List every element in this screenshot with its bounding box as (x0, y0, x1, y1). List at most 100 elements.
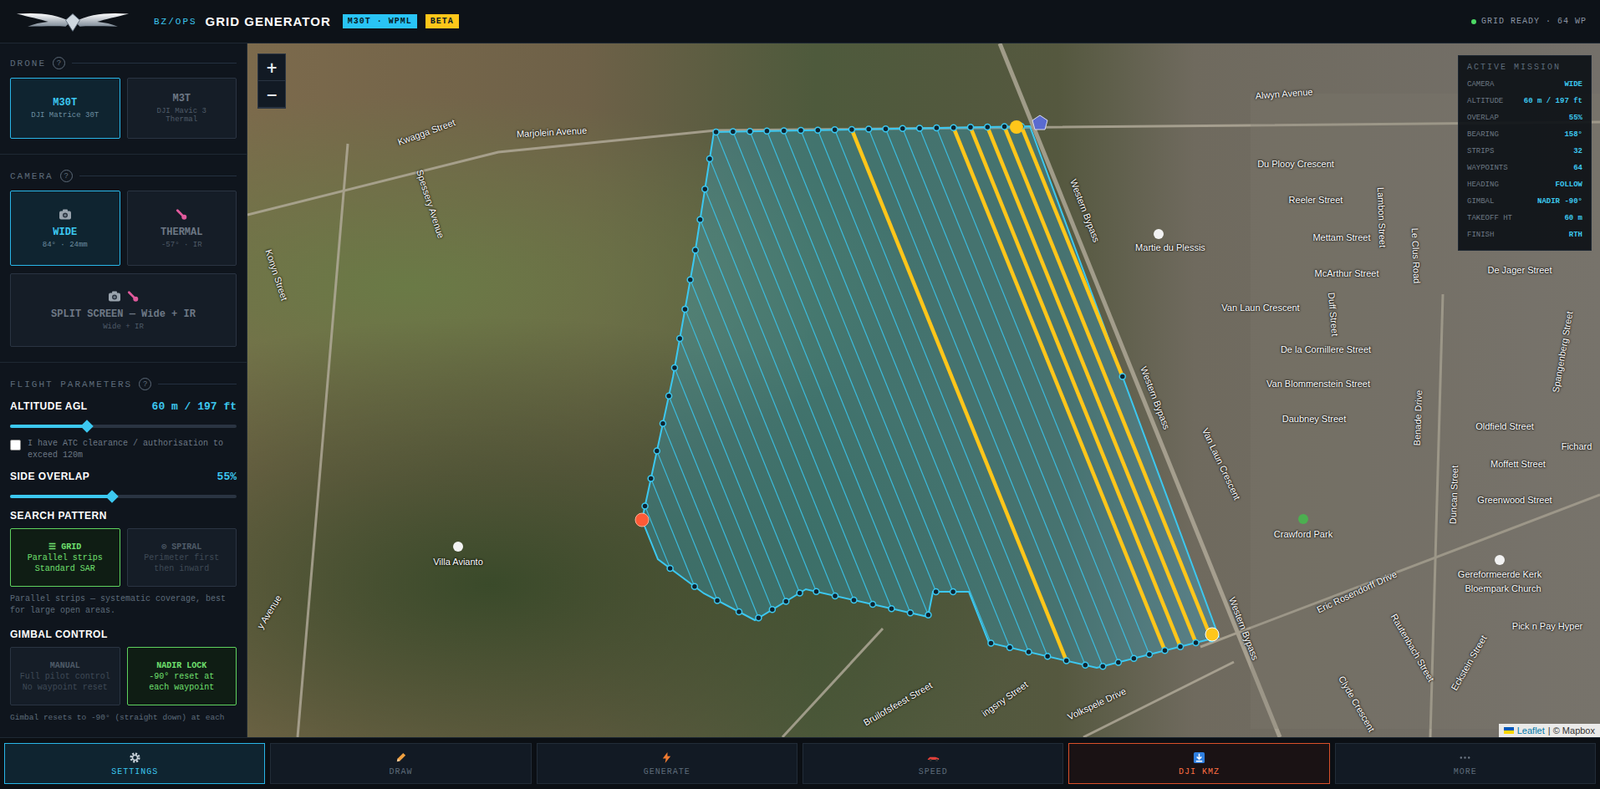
waypoint-icon[interactable] (850, 596, 857, 603)
waypoint-icon[interactable] (1063, 657, 1070, 664)
waypoint-icon[interactable] (1082, 662, 1089, 668)
waypoint-icon[interactable] (1044, 653, 1051, 660)
waypoint-icon[interactable] (729, 128, 736, 135)
waypoint-icon[interactable] (714, 597, 721, 604)
waypoint-icon[interactable] (666, 392, 673, 399)
takeoff-marker-icon[interactable] (635, 513, 649, 527)
gimbal-option[interactable]: MANUALFull pilot controlNo waypoint rese… (10, 647, 121, 706)
camera-option[interactable]: SPLIT SCREEN — Wide + IRWide + IR (10, 273, 237, 347)
waypoint-icon[interactable] (1131, 655, 1137, 662)
toolbar-button[interactable]: SETTINGS (4, 743, 265, 785)
slider-thumb[interactable] (80, 419, 94, 434)
toolbar-button[interactable]: DJI KMZ (1068, 743, 1330, 785)
waypoint-icon[interactable] (950, 124, 957, 131)
overlap-slider[interactable] (10, 494, 237, 499)
waypoint-icon[interactable] (642, 503, 648, 510)
map-view[interactable]: Kwagga StreetMarjolein AvenueSpessery Av… (247, 43, 1600, 738)
waypoint-icon[interactable] (831, 127, 838, 133)
waypoint-icon[interactable] (933, 125, 940, 132)
camera-option[interactable]: THERMAL-57° · IR (127, 190, 238, 266)
zoom-control: +− (257, 53, 286, 109)
waypoint-icon[interactable] (848, 126, 855, 133)
waypoint-icon[interactable] (1100, 663, 1106, 670)
leaflet-link[interactable]: Leaflet (1517, 725, 1545, 736)
waypoint-icon[interactable] (755, 615, 762, 622)
drone-option[interactable]: M30TDJI Matrice 30T (10, 77, 121, 139)
help-button[interactable]: ? (60, 169, 73, 183)
waypoint-icon[interactable] (798, 127, 805, 134)
waypoint-icon[interactable] (815, 127, 821, 133)
waypoint-icon[interactable] (1161, 647, 1168, 654)
waypoint-icon[interactable] (907, 610, 913, 617)
zoom-button[interactable]: − (258, 81, 286, 108)
waypoint-icon[interactable] (950, 589, 957, 596)
settings-sidebar: DRONE?M30TDJI Matrice 30TM3TDJI Mavic 3 … (0, 43, 248, 738)
waypoint-icon[interactable] (647, 475, 654, 482)
waypoint-icon[interactable] (984, 123, 991, 130)
waypoint-icon[interactable] (706, 155, 713, 162)
waypoint-icon[interactable] (882, 126, 889, 133)
waypoint-icon[interactable] (691, 583, 698, 590)
toolbar-button[interactable]: GENERATE (536, 743, 798, 785)
waypoint-icon[interactable] (1007, 644, 1014, 651)
waypoint-icon[interactable] (769, 606, 775, 613)
waypoint-icon[interactable] (888, 606, 895, 612)
waypoint-icon[interactable] (713, 128, 719, 135)
waypoint-icon[interactable] (866, 126, 872, 133)
altitude-slider[interactable] (10, 424, 237, 429)
waypoint-icon[interactable] (988, 640, 994, 647)
camera-option[interactable]: WIDE84° · 24mm (10, 190, 121, 266)
active-mission-panel: ACTIVE MISSIONCAMERAWIDEALTITUDE60 m / 1… (1457, 55, 1592, 251)
slider-thumb[interactable] (105, 489, 119, 504)
map-canvas[interactable] (247, 43, 1600, 738)
waypoint-icon[interactable] (687, 276, 693, 283)
waypoint-icon[interactable] (831, 592, 838, 599)
waypoint-icon[interactable] (813, 588, 820, 595)
waypoint-icon[interactable] (697, 216, 704, 223)
waypoint-icon[interactable] (692, 247, 699, 254)
waypoint-icon[interactable] (1025, 649, 1032, 656)
waypoint-icon[interactable] (917, 125, 923, 132)
help-button[interactable]: ? (138, 377, 152, 391)
toolbar-button[interactable]: MORE (1335, 743, 1596, 785)
waypoint-icon[interactable] (747, 128, 754, 135)
waypoint-icon[interactable] (1146, 652, 1152, 658)
waypoint-icon[interactable] (899, 125, 906, 132)
waypoint-icon[interactable] (1001, 123, 1008, 130)
waypoint-icon[interactable] (1177, 643, 1184, 650)
start-marker-icon[interactable] (1009, 120, 1024, 134)
waypoint-icon[interactable] (677, 335, 683, 342)
waypoint-icon[interactable] (780, 127, 787, 134)
toolbar-button[interactable]: DRAW (270, 743, 531, 785)
help-button[interactable]: ? (52, 56, 66, 70)
waypoint-icon[interactable] (967, 124, 974, 131)
waypoint-icon[interactable] (764, 127, 770, 134)
waypoint-icon[interactable] (671, 365, 678, 372)
drone-option[interactable]: M3TDJI Mavic 3 Thermal (127, 77, 238, 139)
waypoint-icon[interactable] (925, 611, 932, 618)
waypoint-icon[interactable] (659, 420, 666, 427)
toolbar-button[interactable]: SPEED (802, 743, 1064, 785)
end-marker-icon[interactable] (1205, 627, 1219, 642)
zoom-button[interactable]: + (258, 54, 286, 82)
waypoint-icon[interactable] (783, 598, 790, 605)
gimbal-option[interactable]: NADIR LOCK-90° reset ateach waypoint (127, 647, 238, 706)
search-area-polygon[interactable] (642, 126, 1219, 668)
pattern-option[interactable]: ⊙ SPIRALPerimeter firstthen inward (127, 528, 238, 587)
waypoint-icon[interactable] (1119, 373, 1126, 380)
waypoint-icon[interactable] (932, 589, 939, 596)
waypoint-icon[interactable] (653, 448, 660, 454)
waypoint-icon[interactable] (796, 590, 803, 597)
waypoint-icon[interactable] (702, 186, 709, 193)
waypoint-icon[interactable] (1115, 659, 1122, 666)
atc-checkbox[interactable] (10, 439, 21, 451)
waypoint-icon[interactable] (736, 609, 743, 616)
pattern-option[interactable]: ☰ GRIDParallel stripsStandard SAR (10, 528, 121, 587)
waypoint-icon[interactable] (1192, 639, 1199, 646)
map-label: Van Laun Crescent (1221, 302, 1300, 313)
waypoint-icon[interactable] (682, 305, 688, 312)
waypoint-icon[interactable] (667, 565, 673, 571)
waypoint-icon[interactable] (869, 601, 876, 608)
atc-checkbox-row[interactable]: I have ATC clearance / authorisation to … (10, 438, 237, 461)
flight-strip (800, 130, 1010, 648)
